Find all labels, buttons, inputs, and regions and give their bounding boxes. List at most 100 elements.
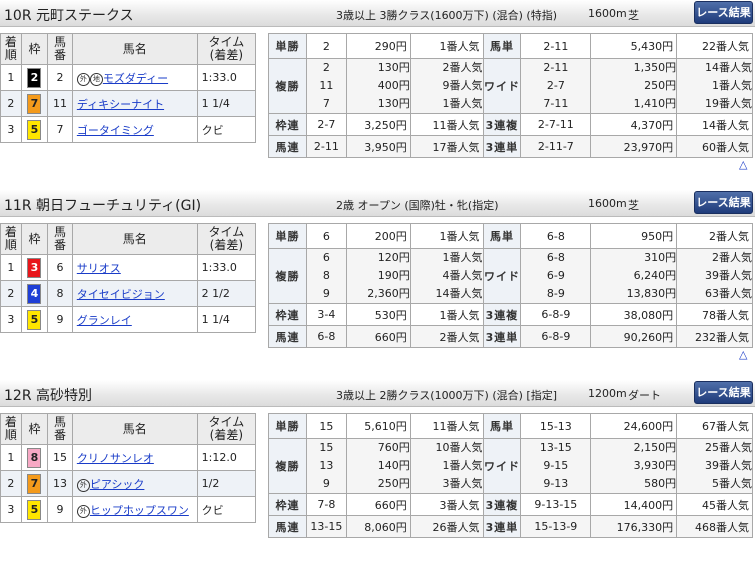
wide-combos-line: 2-7 — [546, 79, 565, 92]
payout-row: 単勝 6 200円 1番人気 馬単 6-8 950円 2番人気 — [268, 223, 753, 249]
wide-popularity-line: 25番人気 — [705, 441, 752, 454]
fukusho-popularity: 1番人気 4番人気 14番人気 — [409, 248, 484, 304]
waku-cell: 2 — [20, 64, 49, 91]
back-to-top-icon[interactable]: △ — [739, 158, 747, 171]
wide-amounts-line: 13,830円 — [626, 287, 677, 300]
wide-combos-line: 2-11 — [543, 61, 569, 74]
back-to-top-icon[interactable]: △ — [739, 348, 747, 361]
finish-table: 着 順枠馬 番馬名 タイム (着差) 1 3 6 サリオス 1:33.0 2 4 8 タイセイビジョ… — [0, 223, 257, 333]
race-result-button[interactable]: レース結果 — [694, 1, 753, 24]
payout-row: 馬連 6-8 660円 2番人気 3連単 6-8-9 90,260円 232番人気 — [268, 325, 753, 348]
fukusho-label: 複勝 — [268, 248, 307, 304]
tansho-label: 単勝 — [268, 413, 307, 439]
wide-combos-line: 9-13 — [543, 477, 569, 490]
fukusho-popularity-line: 2番人気 — [442, 61, 483, 74]
fukusho-amounts-line: 760円 — [377, 441, 410, 454]
horse-name-link[interactable]: モズダディー — [103, 72, 168, 85]
umatan-popularity: 22番人気 — [676, 33, 753, 59]
payout-row: 馬連 13-15 8,060円 26番人気 3連単 15-13-9 176,330円 468番… — [268, 515, 753, 538]
horse-name-cell: ディキシーナイト — [71, 90, 198, 117]
fukusho-amounts: 120円 190円 2,360円 — [345, 248, 411, 304]
tansho-combo: 15 — [305, 413, 347, 439]
race-header: 10R 元町ステークス 3歳以上 3勝クラス(1600万下) (混合) (特指) 1… — [0, 0, 755, 27]
wide-combos: 13-15 9-15 9-13 — [520, 438, 592, 494]
fukusho-amounts-line: 2,360円 — [367, 287, 410, 300]
payout-row: 枠連 3-4 530円 1番人気 3連複 6-8-9 38,080円 78番人気 — [268, 303, 753, 326]
fukusho-popularity-line: 1番人気 — [442, 459, 483, 472]
umaren-label: 馬連 — [268, 515, 307, 538]
finish-time: クビ — [196, 116, 257, 143]
horse-number: 9 — [47, 306, 73, 333]
tansho-label: 単勝 — [268, 223, 307, 249]
waku-number-badge: 2 — [27, 67, 42, 88]
wakuren-amount: 660円 — [345, 493, 411, 516]
fukusho-popularity-line: 1番人気 — [442, 97, 483, 110]
race-section: 11R 朝日フューチュリティ(GⅠ) 2歳 オープン (国際)牡・牝(指定) 160… — [0, 190, 755, 376]
wide-combos: 6-8 6-9 8-9 — [520, 248, 592, 304]
payout-row: 複勝 15 13 9 760円 140円 250円 10番人気 1番人気 3番人気 ワイド 13-15… — [268, 438, 753, 494]
umaren-combo: 2-11 — [305, 135, 347, 158]
sanrenpuku-label: 3連複 — [482, 113, 522, 136]
fukusho-label: 複勝 — [268, 438, 307, 494]
wide-amounts-line: 1,350円 — [633, 61, 677, 74]
origin-mark-icon: 外 — [76, 478, 90, 492]
wide-combos-line: 13-15 — [539, 441, 572, 454]
horse-number: 15 — [47, 444, 73, 471]
finisher-row: 2 7 11 ディキシーナイト 1 1/4 — [0, 90, 257, 117]
fukusho-combos-line: 13 — [319, 459, 334, 472]
horse-name-link[interactable]: ゴータイミング — [77, 124, 154, 137]
wide-popularity-line: 63番人気 — [705, 287, 752, 300]
column-header-umaban: 馬 番 — [47, 223, 73, 255]
wakuren-combo: 3-4 — [305, 303, 347, 326]
payout-row: 馬連 2-11 3,950円 17番人気 3連単 2-11-7 23,970円 60番人気 — [268, 135, 753, 158]
finish-position: 2 — [0, 470, 22, 497]
waku-cell: 8 — [20, 444, 49, 471]
umatan-amount: 24,600円 — [590, 413, 678, 439]
waku-number-badge: 4 — [27, 283, 42, 304]
umatan-combo: 15-13 — [520, 413, 592, 439]
wakuren-label: 枠連 — [268, 493, 307, 516]
finish-position: 3 — [0, 306, 22, 333]
finish-position: 1 — [0, 64, 22, 91]
horse-name-link[interactable]: ピアシック — [90, 478, 145, 491]
sanrenpuku-popularity: 14番人気 — [676, 113, 753, 136]
origin-mark-icon: 外 — [76, 504, 90, 518]
waku-number-badge: 7 — [27, 93, 42, 114]
fukusho-amounts: 130円 400円 130円 — [345, 58, 411, 114]
fukusho-popularity-line: 9番人気 — [442, 79, 483, 92]
column-header-waku: 枠 — [20, 413, 49, 445]
wide-popularity: 25番人気 39番人気 5番人気 — [676, 438, 753, 494]
fukusho-amounts-line: 130円 — [377, 61, 410, 74]
fukusho-combos-line: 7 — [322, 97, 330, 110]
horse-name-cell: ゴータイミング — [71, 116, 198, 143]
horse-name-cell: タイセイビジョン — [71, 280, 198, 307]
wide-amounts: 2,150円 3,930円 580円 — [590, 438, 678, 494]
race-conditions: 2歳 オープン (国際)牡・牝(指定) — [336, 199, 499, 212]
column-header-waku: 枠 — [20, 33, 49, 65]
horse-name-link[interactable]: ヒップホップスワン — [90, 504, 189, 517]
sanrentan-popularity: 60番人気 — [676, 135, 753, 158]
horse-name-link[interactable]: ディキシーナイト — [77, 98, 164, 111]
sanrenpuku-amount: 4,370円 — [590, 113, 678, 136]
race-result-button[interactable]: レース結果 — [694, 381, 753, 404]
wide-popularity-line: 2番人気 — [712, 251, 752, 264]
fukusho-amounts-line: 120円 — [377, 251, 410, 264]
sanrentan-amount: 90,260円 — [590, 325, 678, 348]
fukusho-amounts-line: 400円 — [377, 79, 410, 92]
fukusho-popularity-line: 1番人気 — [442, 251, 483, 264]
race-result-button[interactable]: レース結果 — [694, 191, 753, 214]
umaren-combo: 6-8 — [305, 325, 347, 348]
finish-time: 1/2 — [196, 470, 257, 497]
horse-name-link[interactable]: クリノサンレオ — [77, 452, 154, 465]
finish-time: 1:33.0 — [196, 254, 257, 281]
horse-name-link[interactable]: タイセイビジョン — [77, 288, 165, 301]
race-section: 10R 元町ステークス 3歳以上 3勝クラス(1600万下) (混合) (特指) 1… — [0, 0, 755, 186]
horse-name-link[interactable]: サリオス — [77, 262, 121, 275]
sanrentan-amount: 23,970円 — [590, 135, 678, 158]
wakuren-popularity: 1番人気 — [409, 303, 484, 326]
tansho-amount: 200円 — [345, 223, 411, 249]
sanrenpuku-combo: 9-13-15 — [520, 493, 592, 516]
column-header-umaban: 馬 番 — [47, 33, 73, 65]
finish-position: 2 — [0, 280, 22, 307]
horse-name-link[interactable]: グランレイ — [77, 314, 132, 327]
